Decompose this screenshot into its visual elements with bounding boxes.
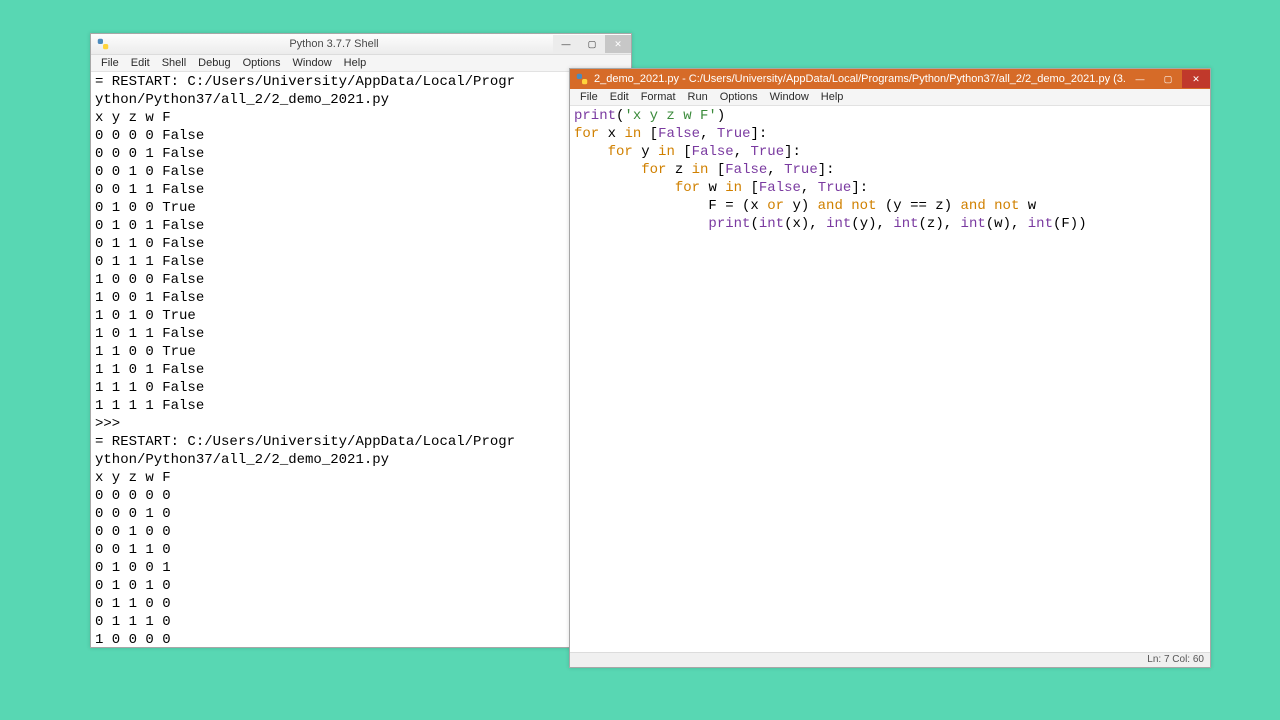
maximize-button[interactable]: ▢: [579, 35, 605, 53]
menu-options[interactable]: Options: [714, 90, 764, 104]
menu-format[interactable]: Format: [635, 90, 682, 104]
python-icon: [575, 72, 589, 86]
menu-window[interactable]: Window: [764, 90, 815, 104]
menu-debug[interactable]: Debug: [192, 56, 236, 70]
editor-menubar: File Edit Format Run Options Window Help: [570, 89, 1210, 106]
menu-help[interactable]: Help: [815, 90, 850, 104]
minimize-button[interactable]: —: [553, 35, 579, 53]
shell-title: Python 3.7.7 Shell: [115, 38, 553, 50]
editor-statusbar: Ln: 7 Col: 60: [570, 652, 1210, 667]
shell-window-controls: — ▢ ✕: [553, 35, 631, 53]
maximize-button[interactable]: ▢: [1154, 70, 1182, 88]
menu-shell[interactable]: Shell: [156, 56, 192, 70]
editor-window-controls: — ▢ ✕: [1126, 70, 1210, 88]
editor-titlebar[interactable]: 2_demo_2021.py - C:/Users/University/App…: [570, 69, 1210, 89]
shell-menubar: File Edit Shell Debug Options Window Hel…: [91, 55, 631, 72]
menu-edit[interactable]: Edit: [604, 90, 635, 104]
minimize-button[interactable]: —: [1126, 70, 1154, 88]
editor-window: 2_demo_2021.py - C:/Users/University/App…: [569, 68, 1211, 668]
editor-code[interactable]: print('x y z w F') for x in [False, True…: [570, 106, 1210, 658]
menu-options[interactable]: Options: [237, 56, 287, 70]
menu-run[interactable]: Run: [682, 90, 714, 104]
close-button[interactable]: ✕: [605, 35, 631, 53]
editor-title: 2_demo_2021.py - C:/Users/University/App…: [594, 73, 1126, 85]
menu-file[interactable]: File: [574, 90, 604, 104]
shell-output[interactable]: = RESTART: C:/Users/University/AppData/L…: [91, 72, 631, 653]
shell-titlebar[interactable]: Python 3.7.7 Shell — ▢ ✕: [91, 34, 631, 55]
python-icon: [96, 37, 110, 51]
menu-help[interactable]: Help: [338, 56, 373, 70]
menu-window[interactable]: Window: [287, 56, 338, 70]
shell-window: Python 3.7.7 Shell — ▢ ✕ File Edit Shell…: [90, 33, 632, 648]
menu-edit[interactable]: Edit: [125, 56, 156, 70]
close-button[interactable]: ✕: [1182, 70, 1210, 88]
menu-file[interactable]: File: [95, 56, 125, 70]
